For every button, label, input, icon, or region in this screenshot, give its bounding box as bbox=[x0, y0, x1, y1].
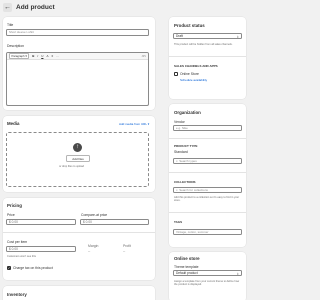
collections-hint: Add this product to a collection so it's… bbox=[174, 196, 240, 203]
arrow-left-icon[interactable]: ← bbox=[3, 2, 12, 12]
theme-template-hint: Assign a template from your current them… bbox=[174, 280, 240, 287]
collections-heading: COLLECTIONS bbox=[174, 180, 196, 184]
product-type-heading: PRODUCT TYPE bbox=[174, 144, 198, 148]
page-title: Add product bbox=[16, 3, 55, 11]
chevron-updown-icon: ⇕ bbox=[236, 271, 239, 276]
bold-button[interactable]: B bbox=[32, 54, 34, 58]
cost-hint: Customers won't see this bbox=[7, 255, 36, 258]
vendor-placeholder: e.g. Nike bbox=[176, 126, 188, 130]
charge-tax-checkbox[interactable]: ✓ bbox=[7, 266, 11, 270]
price-input[interactable]: $ 0.00 bbox=[6, 219, 76, 225]
tags-heading: TAGS bbox=[174, 220, 183, 224]
search-icon: ⌕ bbox=[176, 159, 178, 163]
search-icon: ⌕ bbox=[176, 188, 178, 192]
organization-heading: Organization bbox=[174, 110, 201, 115]
upload-icon: ↑ bbox=[73, 143, 82, 152]
compare-at-price-value: $ 0.00 bbox=[83, 220, 92, 224]
profit-value: -- bbox=[123, 249, 126, 253]
vendor-input[interactable]: e.g. Nike bbox=[173, 125, 242, 131]
margin-label: Margin bbox=[88, 244, 99, 248]
title-label: Title bbox=[7, 23, 14, 27]
charge-tax-label: Charge tax on this product bbox=[13, 266, 53, 270]
cost-per-item-input[interactable]: $ 0.00 bbox=[6, 246, 76, 252]
profit-label: Profit bbox=[123, 244, 131, 248]
inventory-heading: Inventory bbox=[7, 292, 27, 297]
cost-per-item-value: $ 0.00 bbox=[9, 247, 18, 251]
status-hint: This product will be hidden from all sal… bbox=[174, 43, 233, 46]
cost-per-item-label: Cost per item bbox=[7, 240, 28, 244]
compare-at-price-label: Compare-at price bbox=[81, 213, 108, 217]
collections-placeholder: Search for collections bbox=[179, 188, 208, 192]
compare-at-price-input[interactable]: $ 0.00 bbox=[80, 219, 149, 225]
theme-template-value: Default product bbox=[176, 271, 198, 275]
description-editor[interactable]: Paragraph ▾ B I U A ≡ ··· </> bbox=[6, 52, 149, 106]
add-files-button[interactable]: Add files bbox=[66, 155, 90, 162]
product-type-value: Standard bbox=[174, 150, 188, 154]
status-value: Draft bbox=[176, 34, 183, 38]
pricing-heading: Pricing bbox=[7, 203, 22, 208]
media-dropzone[interactable]: ↑ Add files or drop files to upload bbox=[6, 132, 149, 187]
page-header: ← Add product bbox=[0, 0, 250, 14]
collections-search[interactable]: ⌕ Search for collections bbox=[173, 187, 242, 193]
format-select[interactable]: Paragraph ▾ bbox=[9, 53, 30, 59]
italic-button[interactable]: I bbox=[37, 54, 38, 58]
online-store-checkbox[interactable] bbox=[174, 72, 178, 76]
title-placeholder: Short sleeve t-shirt bbox=[9, 30, 35, 35]
product-type-placeholder: Search types bbox=[179, 159, 197, 163]
text-color-button[interactable]: A bbox=[46, 54, 48, 58]
schedule-availability-link[interactable]: Schedule availability bbox=[180, 78, 207, 82]
product-type-search[interactable]: ⌕ Search types bbox=[173, 158, 242, 164]
title-input[interactable]: Short sleeve t-shirt bbox=[6, 29, 149, 36]
add-from-url-link[interactable]: Add media from URL ▾ bbox=[119, 122, 149, 126]
underline-button[interactable]: U bbox=[41, 54, 43, 58]
sales-channels-heading: SALES CHANNELS AND APPS bbox=[174, 64, 218, 68]
align-button[interactable]: ≡ bbox=[51, 54, 53, 58]
media-heading: Media bbox=[7, 121, 20, 126]
pricing-divider bbox=[3, 232, 155, 233]
organization-divider-2 bbox=[169, 172, 246, 173]
tags-placeholder: Vintage, cotton, summer bbox=[176, 230, 209, 234]
price-label: Price bbox=[7, 213, 15, 217]
price-value: $ 0.00 bbox=[9, 220, 18, 224]
tags-input[interactable]: Vintage, cotton, summer bbox=[173, 229, 242, 235]
drop-hint: or drop files to upload bbox=[59, 165, 84, 168]
margin-value: -- bbox=[88, 249, 91, 253]
product-status-heading: Product status bbox=[174, 23, 205, 28]
theme-template-select[interactable]: Default product ⇕ bbox=[173, 270, 242, 276]
product-status-card bbox=[169, 17, 246, 99]
description-label: Description bbox=[7, 44, 24, 48]
editor-toolbar: Paragraph ▾ B I U A ≡ ··· </> bbox=[7, 53, 148, 60]
organization-divider-3 bbox=[169, 212, 246, 213]
online-store-heading: Online store bbox=[174, 256, 200, 261]
chevron-updown-icon: ⇕ bbox=[236, 34, 239, 39]
more-button[interactable]: ··· bbox=[56, 54, 59, 58]
code-button[interactable]: </> bbox=[142, 54, 146, 58]
vendor-label: Vendor bbox=[174, 120, 185, 124]
online-store-channel: Online Store bbox=[180, 72, 199, 76]
organization-divider-1 bbox=[169, 138, 246, 139]
theme-template-label: Theme template bbox=[174, 265, 199, 269]
status-divider bbox=[169, 56, 246, 57]
status-select[interactable]: Draft ⇕ bbox=[173, 33, 242, 39]
